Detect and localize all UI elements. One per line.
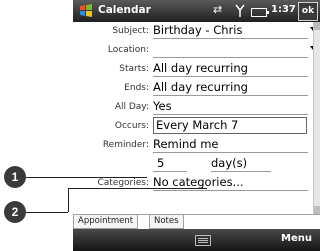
battery-icon bbox=[251, 8, 269, 17]
subject-row: Subject: Birthday - Chris bbox=[73, 22, 320, 40]
location-row: Location: bbox=[73, 41, 320, 59]
sync-icon: ⇄ bbox=[213, 3, 223, 16]
all-day-row: All Day: Yes bbox=[73, 98, 320, 116]
subject-field[interactable]: Birthday - Chris bbox=[153, 22, 308, 39]
app-title: Calendar bbox=[98, 4, 151, 16]
reminder-unit-field[interactable]: day(s) bbox=[211, 155, 271, 172]
scroll-down-icon[interactable] bbox=[314, 206, 320, 214]
scroll-up-icon[interactable] bbox=[314, 22, 320, 30]
occurs-field[interactable]: Every March 7 bbox=[153, 117, 307, 134]
tab-appointment[interactable]: Appointment bbox=[73, 215, 139, 229]
ends-field[interactable]: All day recurring bbox=[153, 79, 308, 96]
tab-notes[interactable]: Notes bbox=[149, 215, 184, 229]
location-label: Location: bbox=[107, 45, 149, 55]
reminder-row: Reminder: Remind me bbox=[73, 136, 320, 154]
ends-row: Ends: All day recurring bbox=[73, 79, 320, 97]
reminder-label: Reminder: bbox=[102, 140, 149, 150]
reminder-time-row: 5 day(s) bbox=[73, 155, 320, 173]
starts-row: Starts: All day recurring bbox=[73, 60, 320, 78]
clock[interactable]: 1:37 bbox=[271, 4, 296, 15]
tab-strip: Appointment Notes bbox=[73, 214, 320, 229]
categories-label: Categories: bbox=[97, 178, 149, 188]
callout-1-leader bbox=[26, 177, 147, 178]
callout-2-badge: 2 bbox=[4, 201, 26, 223]
reminder-field[interactable]: Remind me bbox=[153, 136, 308, 153]
starts-field[interactable]: All day recurring bbox=[153, 60, 308, 77]
menu-button[interactable]: Menu bbox=[281, 233, 312, 244]
menu-bar: Menu bbox=[73, 229, 320, 251]
location-field[interactable] bbox=[153, 41, 308, 58]
callout-2-leader bbox=[26, 212, 68, 213]
starts-label: Starts: bbox=[119, 64, 149, 74]
occurs-row: Occurs: Every March 7 bbox=[73, 117, 320, 135]
keyboard-icon[interactable] bbox=[195, 235, 211, 246]
callout-2-leader-vertical bbox=[68, 188, 69, 212]
device-screen: Calendar ⇄ 1:37 ok Subject: Birthday - C… bbox=[73, 0, 320, 251]
reminder-amount-field[interactable]: 5 bbox=[153, 155, 187, 172]
occurs-label: Occurs: bbox=[114, 121, 149, 131]
title-bar: Calendar ⇄ 1:37 ok bbox=[73, 0, 320, 22]
ok-button[interactable]: ok bbox=[298, 2, 318, 21]
all-day-field[interactable]: Yes bbox=[153, 98, 308, 115]
subject-label: Subject: bbox=[112, 26, 149, 36]
signal-icon bbox=[235, 4, 245, 17]
callout-2-leader-top bbox=[68, 188, 207, 189]
appointment-form: Subject: Birthday - Chris Location: Star… bbox=[73, 22, 320, 214]
callout-1-badge: 1 bbox=[4, 166, 26, 188]
scrollbar[interactable] bbox=[313, 22, 320, 214]
windows-start-icon[interactable] bbox=[79, 4, 93, 18]
ends-label: Ends: bbox=[124, 83, 149, 93]
all-day-label: All Day: bbox=[114, 102, 149, 112]
